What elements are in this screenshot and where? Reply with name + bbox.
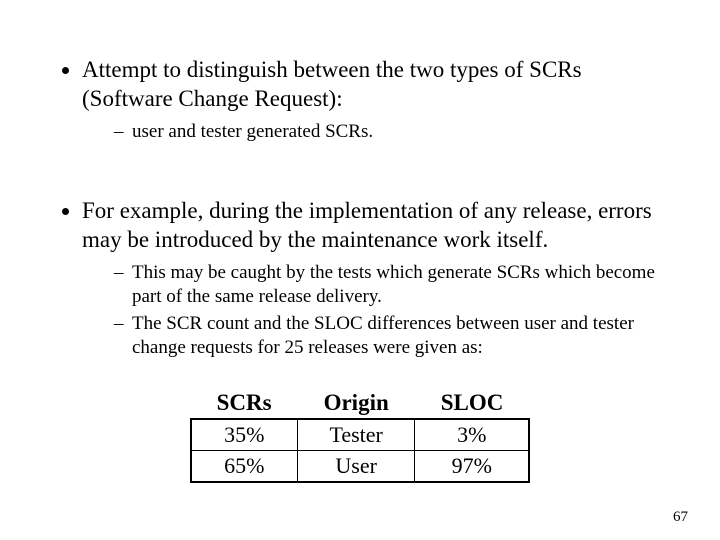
table-row: 35% Tester 3%	[191, 419, 530, 451]
cell-scrs-user: 65%	[191, 450, 298, 482]
col-header-sloc: SLOC	[415, 388, 530, 419]
bullet-2-text: For example, during the implementation o…	[82, 198, 652, 252]
bullet-list-level1-2: For example, during the implementation o…	[48, 197, 672, 360]
bullet-1-sublist: user and tester generated SCRs.	[82, 120, 672, 144]
bullet-1-sub-1: user and tester generated SCRs.	[114, 120, 672, 144]
col-header-scrs: SCRs	[191, 388, 298, 419]
bullet-list-level1: Attempt to distinguish between the two t…	[48, 56, 672, 143]
cell-sloc-tester: 3%	[415, 419, 530, 451]
table-header-row: SCRs Origin SLOC	[191, 388, 530, 419]
bullet-2-sub-2: The SCR count and the SLOC differences b…	[114, 312, 672, 360]
cell-sloc-user: 97%	[415, 450, 530, 482]
cell-origin-user: User	[298, 450, 415, 482]
bullet-1: Attempt to distinguish between the two t…	[82, 56, 672, 143]
cell-origin-tester: Tester	[298, 419, 415, 451]
bullet-2-sublist: This may be caught by the tests which ge…	[82, 261, 672, 360]
cell-scrs-tester: 35%	[191, 419, 298, 451]
col-header-origin: Origin	[298, 388, 415, 419]
scr-sloc-table: SCRs Origin SLOC 35% Tester 3% 65% User …	[190, 388, 531, 483]
page-number: 67	[673, 509, 688, 526]
bullet-2-sub-1: This may be caught by the tests which ge…	[114, 261, 672, 309]
vertical-spacer	[48, 171, 672, 197]
bullet-2: For example, during the implementation o…	[82, 197, 672, 360]
bullet-1-text: Attempt to distinguish between the two t…	[82, 57, 582, 111]
table-row: 65% User 97%	[191, 450, 530, 482]
slide: Attempt to distinguish between the two t…	[0, 0, 720, 540]
